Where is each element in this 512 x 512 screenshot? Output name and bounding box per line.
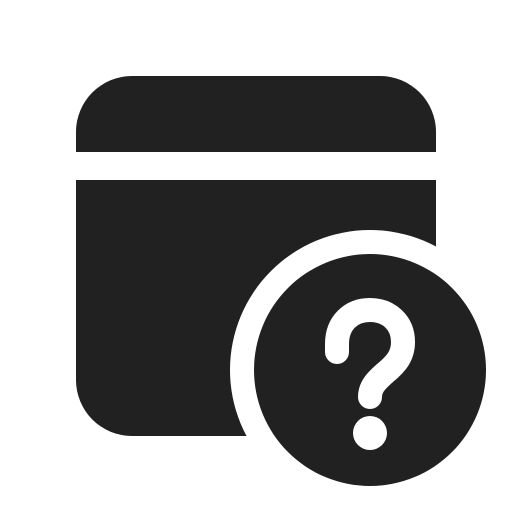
- question-badge-icon: [254, 254, 486, 486]
- window-header-icon: [76, 76, 436, 152]
- icon-canvas: [0, 0, 512, 512]
- window-question-icon: [76, 76, 486, 486]
